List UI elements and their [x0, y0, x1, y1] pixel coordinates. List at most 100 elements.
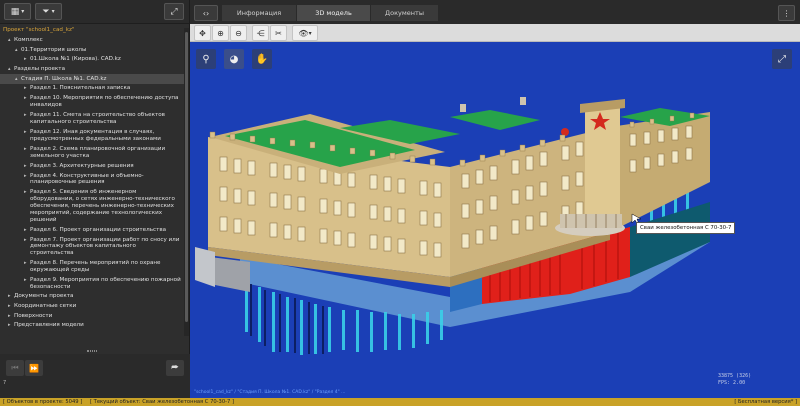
tree-item-label: Проект "school1_cad_kz" [3, 27, 75, 34]
collapsed-arrow-icon[interactable]: ▸ [24, 173, 27, 180]
tree-item-label: Раздел 2. Схема планировочной организаци… [30, 145, 166, 159]
tab-documents[interactable]: Документы [371, 5, 438, 21]
tree-item[interactable]: ▴ Комплекс [0, 36, 184, 46]
building-dropdown-button[interactable]: ▦ ▾ [4, 3, 31, 20]
pan-button[interactable]: ✥ [194, 25, 211, 41]
tree-item-label: Представления модели [14, 322, 84, 329]
expand-icon: ⤢ [170, 6, 178, 17]
tree-item-label: 01.Школа №1 (Кирова). CAD.kz [30, 56, 121, 63]
collapsed-arrow-icon[interactable]: ▸ [24, 260, 27, 267]
zoom-out-icon: ⊖ [235, 28, 242, 38]
collapsed-arrow-icon[interactable]: ▸ [24, 112, 27, 119]
tree-item-label: Поверхности [14, 312, 53, 319]
tree-item[interactable]: ▸ Раздел 4. Конструктивные и объемно-план… [0, 171, 184, 188]
tree-item-label: Координатные сетки [14, 303, 77, 310]
filter-dropdown-button[interactable]: ⏷ ▾ [35, 3, 62, 20]
render-stats: 33875 (326) FPS: 2.00 [718, 373, 751, 387]
expanded-arrow-icon[interactable]: ▴ [8, 37, 11, 44]
collapsed-arrow-icon[interactable]: ▸ [24, 277, 27, 284]
tree-item[interactable]: ▴ 01.Территория школы [0, 45, 184, 55]
tree-item-label: Раздел 1. Пояснительная записка [30, 85, 131, 92]
filter-icon: ⏷ [42, 6, 50, 17]
tree-item[interactable]: ▸ Представления модели [0, 321, 184, 331]
chevron-down-icon: ▾ [308, 29, 312, 37]
tree-item[interactable]: ▸ Раздел 8. Перечень мероприятий по охран… [0, 258, 184, 275]
collapsed-arrow-icon[interactable]: ▸ [24, 237, 27, 244]
more-vertical-icon: ⋮ [782, 8, 791, 18]
view-tab-bar: ‹› Информация 3D модель Документы ⋮ [190, 0, 800, 24]
share-view-button[interactable]: ⋲ [252, 25, 269, 41]
zoom-out-button[interactable]: ⊖ [230, 25, 247, 41]
expanded-arrow-icon[interactable]: ▴ [15, 76, 18, 83]
tree-item[interactable]: ▸ Поверхности [0, 311, 184, 321]
navigation-panel: ⏮ ⏩ ⮫ 7 [0, 354, 190, 398]
tree-item[interactable]: ▸ Раздел 11. Смета на строительство объек… [0, 111, 184, 128]
rewind-button[interactable]: ⏮ [6, 360, 24, 376]
license-status: [ Бесплатная версия* ] [734, 399, 797, 405]
building-icon: ▦ [10, 6, 20, 17]
tree-item[interactable]: ▴ Разделы проекта [0, 65, 184, 75]
collapsed-arrow-icon[interactable]: ▸ [24, 227, 27, 234]
tree-item-label: Раздел 7. Проект организации работ по сн… [30, 236, 180, 257]
more-menu-button[interactable]: ⋮ [778, 5, 795, 21]
collapsed-arrow-icon[interactable]: ▸ [8, 293, 11, 300]
collapsed-arrow-icon[interactable]: ▸ [8, 303, 11, 310]
tree-item[interactable]: ▸ Раздел 7. Проект организации работ по с… [0, 235, 184, 259]
section-cut-button[interactable]: ✂ [270, 25, 287, 41]
tree-toolbar: ▦ ▾ ⏷ ▾ ⤢ [0, 0, 189, 24]
expanded-arrow-icon[interactable]: ▴ [15, 47, 18, 54]
code-brackets-icon: ‹› [202, 8, 210, 18]
tab-information[interactable]: Информация [222, 5, 296, 21]
collapsed-arrow-icon[interactable]: ▸ [24, 129, 27, 136]
zoom-in-button[interactable]: ⊕ [212, 25, 229, 41]
collapsed-arrow-icon[interactable]: ▸ [8, 322, 11, 329]
tree-item[interactable]: ▸ Координатные сетки [0, 302, 184, 312]
collapsed-arrow-icon[interactable]: ▸ [24, 85, 27, 92]
tree-item-label: Раздел 4. Конструктивные и объемно-плани… [30, 172, 144, 186]
tree-item-label: Комплекс [14, 36, 43, 43]
chevron-down-icon: ▾ [51, 8, 55, 15]
toggle-panel-button[interactable]: ‹› [194, 5, 218, 21]
tree-item[interactable]: ▸ Документы проекта [0, 292, 184, 302]
tree-item[interactable]: ▴ Стадия П. Школа №1. CAD.kz [0, 74, 184, 84]
tree-item[interactable]: ▸ Раздел 9. Мероприятия по обеспечению по… [0, 275, 184, 292]
collapsed-arrow-icon[interactable]: ▸ [24, 146, 27, 153]
tree-scrollbar-thumb[interactable] [185, 32, 188, 322]
building-model[interactable] [190, 42, 800, 398]
tree-item[interactable]: ▸ Раздел 6. Проект организации строительс… [0, 225, 184, 235]
collapsed-arrow-icon[interactable]: ▸ [8, 313, 11, 320]
collapsed-arrow-icon[interactable]: ▸ [24, 163, 27, 170]
navigation-counter: 7 [3, 380, 7, 386]
objects-count-status: [ Объектов в проекте: 5049 ] [3, 399, 83, 405]
tree-item[interactable]: ▸ Раздел 1. Пояснительная записка [0, 84, 184, 94]
3d-viewport[interactable]: ⚲ ◕ ✋ ⤢ Сваи железобетонная С 70-30-7 33… [190, 42, 800, 398]
expand-panel-button[interactable]: ⤢ [164, 3, 184, 20]
fps-counter: FPS: 2.00 [718, 380, 746, 386]
cut-icon: ✂ [275, 28, 282, 38]
tree-item[interactable]: ▸ Раздел 10. Мероприятия по обеспечению д… [0, 94, 184, 111]
zoom-in-icon: ⊕ [217, 28, 224, 38]
project-tree: Проект "school1_cad_kz" ▴ Комплекс ▴ 01.Терр… [0, 24, 184, 348]
current-object-status: [ Текущий объект: Сваи железобетонная С … [90, 399, 234, 405]
tree-item[interactable]: ▸ Раздел 2. Схема планировочной организац… [0, 144, 184, 161]
tree-item-label: Раздел 9. Мероприятия по обеспечению пож… [30, 276, 181, 290]
status-bar: [ Объектов в проекте: 5049 ] [ Текущий о… [0, 398, 800, 406]
chevron-down-icon: ▾ [21, 8, 25, 15]
fast-forward-button[interactable]: ⏩ [25, 360, 43, 376]
tree-item-label: Раздел 6. Проект организации строительст… [30, 226, 167, 233]
expanded-arrow-icon[interactable]: ▴ [8, 66, 11, 73]
share-button[interactable]: ⮫ [166, 360, 184, 376]
tree-item[interactable]: ▸ 01.Школа №1 (Кирова). CAD.kz [0, 55, 184, 65]
tree-item-label: Стадия П. Школа №1. CAD.kz [21, 75, 107, 82]
tree-item[interactable]: ▸ Раздел 12. Иная документация в случаях,… [0, 127, 184, 144]
visibility-dropdown[interactable]: 👁 ▾ [292, 25, 318, 41]
tree-item[interactable]: Проект "school1_cad_kz" [0, 26, 184, 36]
collapsed-arrow-icon[interactable]: ▸ [24, 95, 27, 102]
collapsed-arrow-icon[interactable]: ▸ [24, 56, 27, 63]
tree-item[interactable]: ▸ Раздел 5. Сведения об инженерном оборуд… [0, 188, 184, 225]
model-path-caption: "school1_cad_kz" / "Стадия П. Школа №1. … [194, 390, 346, 395]
tree-item[interactable]: ▸ Раздел 3. Архитектурные решения [0, 161, 184, 171]
collapsed-arrow-icon[interactable]: ▸ [24, 189, 27, 196]
tab-3d-model[interactable]: 3D модель [297, 5, 370, 21]
tree-item-label: Раздел 3. Архитектурные решения [30, 162, 134, 169]
